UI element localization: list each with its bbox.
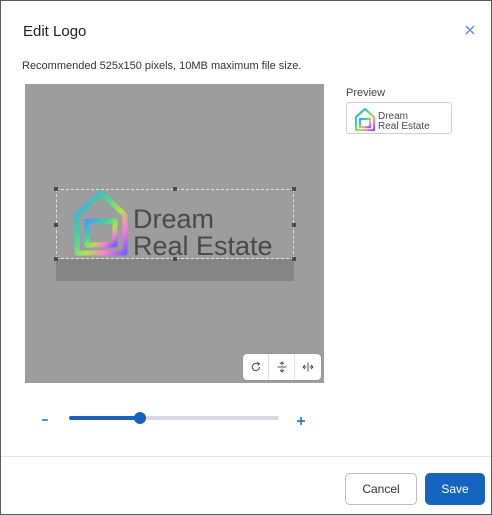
image-tools-toolbar [243,354,321,380]
flip-horizontal-icon[interactable] [295,354,321,380]
zoom-slider-fill [69,416,141,420]
dialog-subtitle: Recommended 525x150 pixels, 10MB maximum… [22,60,302,72]
crop-handle-bottom[interactable] [173,257,177,261]
crop-handle-left[interactable] [54,223,58,227]
preview-label: Preview [346,87,386,99]
crop-box[interactable] [56,189,294,259]
crop-handle-top-left[interactable] [54,187,58,191]
zoom-slider[interactable] [69,412,279,424]
crop-handle-bottom-left[interactable] [54,257,58,261]
crop-handle-top[interactable] [173,187,177,191]
save-button[interactable]: Save [425,473,485,505]
zoom-in-icon[interactable] [295,414,307,426]
zoom-slider-thumb[interactable] [134,412,147,424]
preview-thumbnail: Dream Real Estate [346,102,452,134]
cancel-button[interactable]: Cancel [345,473,417,505]
zoom-out-icon[interactable] [39,410,51,422]
flip-vertical-icon[interactable] [269,354,295,380]
crop-handle-bottom-right[interactable] [292,257,296,261]
rotate-icon[interactable] [243,354,269,380]
close-icon[interactable] [463,23,477,37]
dialog-title: Edit Logo [23,23,87,40]
preview-text-line2: Real Estate [378,121,430,132]
crop-handle-top-right[interactable] [292,187,296,191]
edit-logo-dialog: Edit Logo Recommended 525x150 pixels, 10… [0,0,492,515]
crop-shade-region [56,259,294,281]
footer-divider [1,456,491,457]
crop-handle-right[interactable] [292,223,296,227]
